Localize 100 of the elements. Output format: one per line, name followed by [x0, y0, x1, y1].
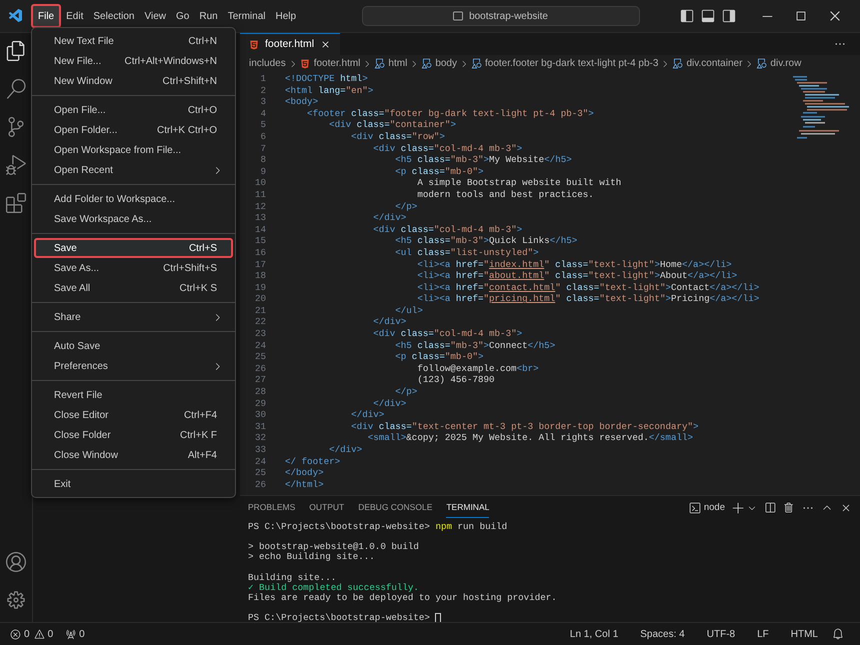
- editor-tab[interactable]: footer.html: [240, 33, 340, 55]
- line-number: 20: [254, 293, 266, 305]
- menu-entry[interactable]: Close Folder Ctrl+K F: [34, 425, 233, 445]
- line-number: 16: [254, 246, 266, 258]
- terminal-line: > echo Building site...: [248, 552, 375, 563]
- menu-entry[interactable]: Revert File: [34, 385, 233, 405]
- menu-item[interactable]: Terminal: [222, 4, 270, 28]
- command-center[interactable]: bootstrap-website: [362, 6, 640, 26]
- line-number: 32: [254, 432, 266, 444]
- line-number: 17: [254, 258, 266, 270]
- line-number: 23: [254, 328, 266, 340]
- code-line: </div>: [350, 409, 384, 421]
- menu-entry[interactable]: New Text File Ctrl+N: [34, 31, 233, 51]
- code-line: </body>: [285, 467, 324, 479]
- menu-entry[interactable]: Add Folder to Workspace...: [34, 189, 233, 209]
- menu-entry-label: Close Folder: [54, 428, 111, 442]
- code-line: <h5 class="mb-3">Quick Links</h5>: [394, 235, 578, 247]
- shortcut-text: Ctrl+O: [188, 104, 217, 118]
- menu-entry-label: Add Folder to Workspace...: [54, 192, 175, 206]
- menu-entry-label: Exit: [54, 478, 71, 492]
- status-item[interactable]: UTF-8: [706, 626, 736, 642]
- shortcut-text: Ctrl+F4: [184, 408, 217, 422]
- line-number: 24: [254, 456, 266, 468]
- panel-tab[interactable]: DEBUG CONSOLE: [358, 498, 432, 518]
- menu-item[interactable]: Selection: [88, 4, 140, 28]
- menu-entry[interactable]: Auto Save: [34, 336, 233, 356]
- menu-entry[interactable]: Open Workspace from File...: [34, 140, 233, 160]
- menu-entry[interactable]: Save As... Ctrl+Shift+S: [34, 258, 233, 278]
- terminal-line: > bootstrap-website@1.0.0 build: [248, 542, 419, 552]
- shortcut-text: Ctrl+K F: [180, 428, 217, 442]
- menu-entry-label: Save All: [54, 282, 90, 296]
- code-line: <ul class="list-unstyled">: [394, 246, 539, 258]
- code-line: <small>&copy; 2025 My Website. All rights reserved.</small>: [366, 432, 693, 444]
- line-number: 13: [254, 212, 266, 224]
- menu-entry[interactable]: Share: [34, 307, 233, 327]
- menu-entry[interactable]: Save Workspace As...: [34, 209, 233, 229]
- menu-entry[interactable]: Open Recent: [34, 160, 233, 180]
- line-number: 27: [254, 374, 266, 386]
- terminal-profile-button[interactable]: node: [688, 500, 725, 516]
- code-line: </p>: [394, 200, 418, 212]
- shortcut-text: Ctrl+Alt+Windows+N: [124, 54, 217, 68]
- breadcrumb-item[interactable]: div.row: [770, 56, 802, 71]
- code-line: <h5 class="mb-3">Connect</h5>: [394, 340, 556, 352]
- code-line: <div class="text-center mt-3 pt-3 border-top border-secondary">: [350, 420, 699, 432]
- menu-entry[interactable]: Exit: [34, 474, 233, 494]
- line-number: 26: [254, 362, 266, 374]
- menu-entry[interactable]: Close Window Alt+F4: [34, 445, 233, 465]
- line-number: 7: [259, 142, 266, 154]
- menu-entry-label: Share: [54, 310, 81, 324]
- menu-entry[interactable]: New File... Ctrl+Alt+Windows+N: [34, 51, 233, 71]
- code-line: <div class="col-md-4 mb-3">: [372, 328, 522, 340]
- breadcrumb-item[interactable]: includes: [249, 56, 286, 71]
- breadcrumb-item[interactable]: html: [388, 56, 408, 71]
- panel-tab[interactable]: OUTPUT: [309, 498, 344, 518]
- menu-entry[interactable]: Close Editor Ctrl+F4: [34, 405, 233, 425]
- menu-entry-label: Close Editor: [54, 408, 108, 422]
- line-number: 26: [254, 478, 266, 490]
- menu-entry[interactable]: Preferences: [34, 356, 233, 376]
- menu-entry[interactable]: Open File... Ctrl+O: [34, 100, 233, 120]
- code-line: <div class="col-md-4 mb-3">: [372, 224, 522, 236]
- code-line: <div class="col-md-4 mb-3">: [372, 142, 522, 154]
- menu-entry[interactable]: Save Ctrl+S: [34, 238, 233, 258]
- breadcrumb-item[interactable]: body: [435, 56, 457, 71]
- breadcrumb-item[interactable]: div.container: [686, 56, 742, 71]
- menu-entry[interactable]: Open Folder... Ctrl+K Ctrl+O: [34, 120, 233, 140]
- line-number: 14: [254, 224, 266, 236]
- code-line: modern tools and best practices.: [416, 188, 594, 201]
- breadcrumb-item[interactable]: footer.footer bg-dark text-light pt-4 pb-3: [485, 56, 658, 71]
- status-item[interactable]: 0: [65, 626, 85, 642]
- line-number: 28: [254, 386, 266, 398]
- line-number: 19: [254, 282, 266, 294]
- menu-item[interactable]: Edit: [61, 4, 88, 28]
- terminal-line: PS C:\Projects\bootstrap-website> npm run build: [248, 522, 508, 532]
- menu-entry[interactable]: Save All Ctrl+K S: [34, 278, 233, 298]
- menu-entry[interactable]: New Window Ctrl+Shift+N: [34, 71, 233, 91]
- status-item[interactable]: 0: [34, 626, 54, 642]
- menu-item[interactable]: Run: [194, 4, 223, 28]
- panel-tab[interactable]: PROBLEMS: [248, 498, 296, 518]
- menu-entry-label: Open Workspace from File...: [54, 144, 182, 158]
- breadcrumb-item[interactable]: footer.html: [314, 56, 360, 71]
- menu-entry-label: Auto Save: [54, 340, 100, 354]
- menu-item[interactable]: Go: [171, 4, 194, 28]
- code-line: <!DOCTYPE html>: [285, 73, 368, 85]
- status-item[interactable]: HTML: [790, 626, 818, 642]
- line-number: 2: [259, 84, 266, 96]
- panel-tab[interactable]: TERMINAL: [446, 498, 490, 518]
- shortcut-text: Ctrl+Shift+S: [163, 262, 217, 276]
- line-number: 4: [259, 108, 266, 120]
- menu-item[interactable]: Help: [270, 4, 302, 28]
- menu-entry-label: Save As...: [54, 262, 100, 276]
- line-number: 12: [254, 200, 266, 212]
- line-number: 1: [259, 73, 266, 85]
- status-item[interactable]: Spaces: 4: [640, 626, 685, 642]
- menu-item[interactable]: View: [140, 4, 171, 28]
- status-item[interactable]: 0: [10, 626, 30, 642]
- code-line: <li><a href="pricing.html" class="text-light">Pricing</a></li>: [416, 293, 760, 305]
- status-item[interactable]: LF: [757, 626, 769, 642]
- code-line: <div class="container">: [328, 119, 456, 131]
- menu-item[interactable]: File: [31, 4, 62, 28]
- status-item[interactable]: Ln 1, Col 1: [570, 626, 618, 642]
